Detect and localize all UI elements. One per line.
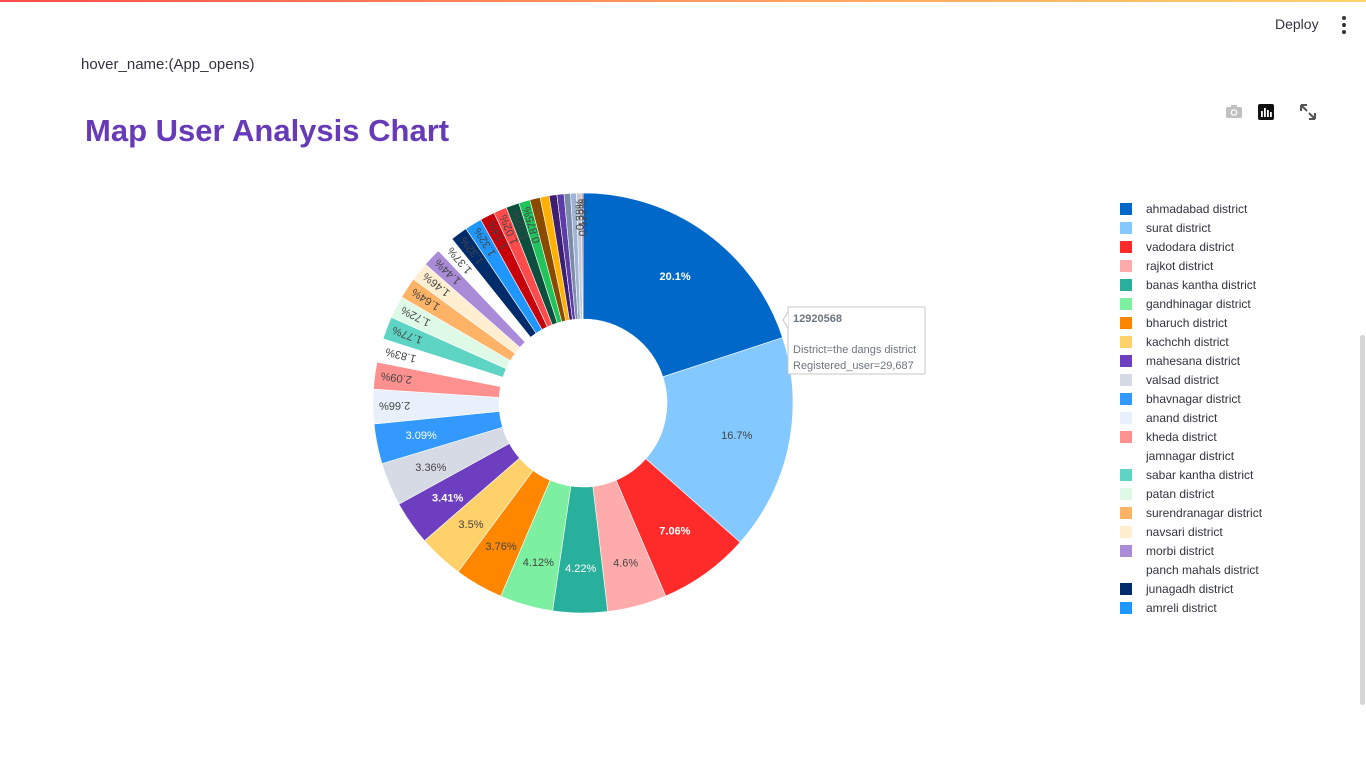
legend-label: morbi district xyxy=(1146,543,1215,558)
legend-swatch xyxy=(1120,278,1132,291)
slice-label: 20.1% xyxy=(660,271,691,283)
legend-item[interactable]: valsad district xyxy=(1120,370,1262,389)
legend-swatch xyxy=(1120,411,1132,424)
legend-swatch xyxy=(1120,544,1132,557)
legend-item[interactable]: mahesana district xyxy=(1120,351,1262,370)
slice-label: 3.76% xyxy=(485,541,516,553)
slice-label: 3.5% xyxy=(458,519,483,531)
legend-label: sabar kantha district xyxy=(1146,467,1254,482)
legend-item[interactable]: morbi district xyxy=(1120,541,1262,560)
legend-label: panch mahals district xyxy=(1146,562,1259,577)
legend-item[interactable]: navsari district xyxy=(1120,522,1262,541)
legend-label: jamnagar district xyxy=(1146,448,1235,463)
legend-label: rajkot district xyxy=(1146,258,1214,273)
hover-tooltip-text: Registered_user=29,687 xyxy=(793,360,914,372)
legend-swatch xyxy=(1120,316,1132,329)
legend-label: banas kantha district xyxy=(1146,277,1257,292)
slice-label: 2.66% xyxy=(379,399,411,412)
legend-item[interactable]: anand district xyxy=(1120,408,1262,427)
legend-item[interactable]: vadodara district xyxy=(1120,237,1262,256)
hover-tooltip-pointer xyxy=(782,311,789,329)
legend-label: patan district xyxy=(1146,486,1215,501)
legend-item[interactable]: bharuch district xyxy=(1120,313,1262,332)
legend-label: navsari district xyxy=(1146,524,1223,539)
legend-swatch xyxy=(1120,449,1132,462)
legend-swatch xyxy=(1120,392,1132,405)
legend-item[interactable]: panch mahals district xyxy=(1120,560,1262,579)
legend-swatch xyxy=(1120,430,1132,443)
slice-label: 0.122% xyxy=(577,199,589,237)
legend-swatch xyxy=(1120,373,1132,386)
legend-item[interactable]: surendranagar district xyxy=(1120,503,1262,522)
legend-label: junagadh district xyxy=(1146,581,1234,596)
legend-item[interactable]: sabar kantha district xyxy=(1120,465,1262,484)
legend-item[interactable]: kachchh district xyxy=(1120,332,1262,351)
legend-swatch xyxy=(1120,506,1132,519)
legend-swatch xyxy=(1120,221,1132,234)
legend-label: gandhinagar district xyxy=(1146,296,1251,311)
legend-item[interactable]: jamnagar district xyxy=(1120,446,1262,465)
legend-swatch xyxy=(1120,335,1132,348)
legend-label: surat district xyxy=(1146,220,1211,235)
legend-label: ahmadabad district xyxy=(1146,201,1248,216)
slice-label: 3.09% xyxy=(406,430,437,442)
legend-label: kachchh district xyxy=(1146,334,1229,349)
legend-label: mahesana district xyxy=(1146,353,1241,368)
legend-item[interactable]: kheda district xyxy=(1120,427,1262,446)
legend-item[interactable]: junagadh district xyxy=(1120,579,1262,598)
legend-item[interactable]: ahmadabad district xyxy=(1120,199,1262,218)
legend-item[interactable]: patan district xyxy=(1120,484,1262,503)
legend-swatch xyxy=(1120,525,1132,538)
legend-swatch xyxy=(1120,354,1132,367)
legend-item[interactable]: gandhinagar district xyxy=(1120,294,1262,313)
legend-swatch xyxy=(1120,601,1132,614)
legend-label: anand district xyxy=(1146,410,1218,425)
hover-tooltip-text: 12920568 xyxy=(793,313,842,325)
legend-item[interactable]: amreli district xyxy=(1120,598,1262,617)
legend-swatch xyxy=(1120,487,1132,500)
slice-label: 3.36% xyxy=(415,462,446,474)
legend-label: surendranagar district xyxy=(1146,505,1263,520)
legend-label: amreli district xyxy=(1146,600,1217,615)
legend-item[interactable]: rajkot district xyxy=(1120,256,1262,275)
page-scrollbar[interactable] xyxy=(1360,335,1365,705)
legend-swatch xyxy=(1120,297,1132,310)
legend-swatch xyxy=(1120,563,1132,576)
legend-label: kheda district xyxy=(1146,429,1217,444)
legend-label: vadodara district xyxy=(1146,239,1235,254)
slice-label: 3.41% xyxy=(432,492,463,504)
legend-item[interactable]: bhavnagar district xyxy=(1120,389,1262,408)
legend-label: bharuch district xyxy=(1146,315,1228,330)
slice-label: 4.12% xyxy=(523,557,554,569)
slice-label: 4.22% xyxy=(565,563,596,575)
legend-swatch xyxy=(1120,202,1132,215)
hover-tooltip-text: District=the dangs district xyxy=(793,344,916,356)
chart-legend: ahmadabad district surat district vadodara… xyxy=(1120,199,1262,617)
slice-label: 7.06% xyxy=(659,525,690,537)
legend-item[interactable]: surat district xyxy=(1120,218,1262,237)
legend-label: bhavnagar district xyxy=(1146,391,1241,406)
slice-label: 16.7% xyxy=(721,430,752,442)
legend-swatch xyxy=(1120,582,1132,595)
legend-item[interactable]: banas kantha district xyxy=(1120,275,1262,294)
legend-swatch xyxy=(1120,240,1132,253)
legend-label: valsad district xyxy=(1146,372,1219,387)
legend-swatch xyxy=(1120,468,1132,481)
slice-label: 4.6% xyxy=(613,557,638,569)
legend-swatch xyxy=(1120,259,1132,272)
